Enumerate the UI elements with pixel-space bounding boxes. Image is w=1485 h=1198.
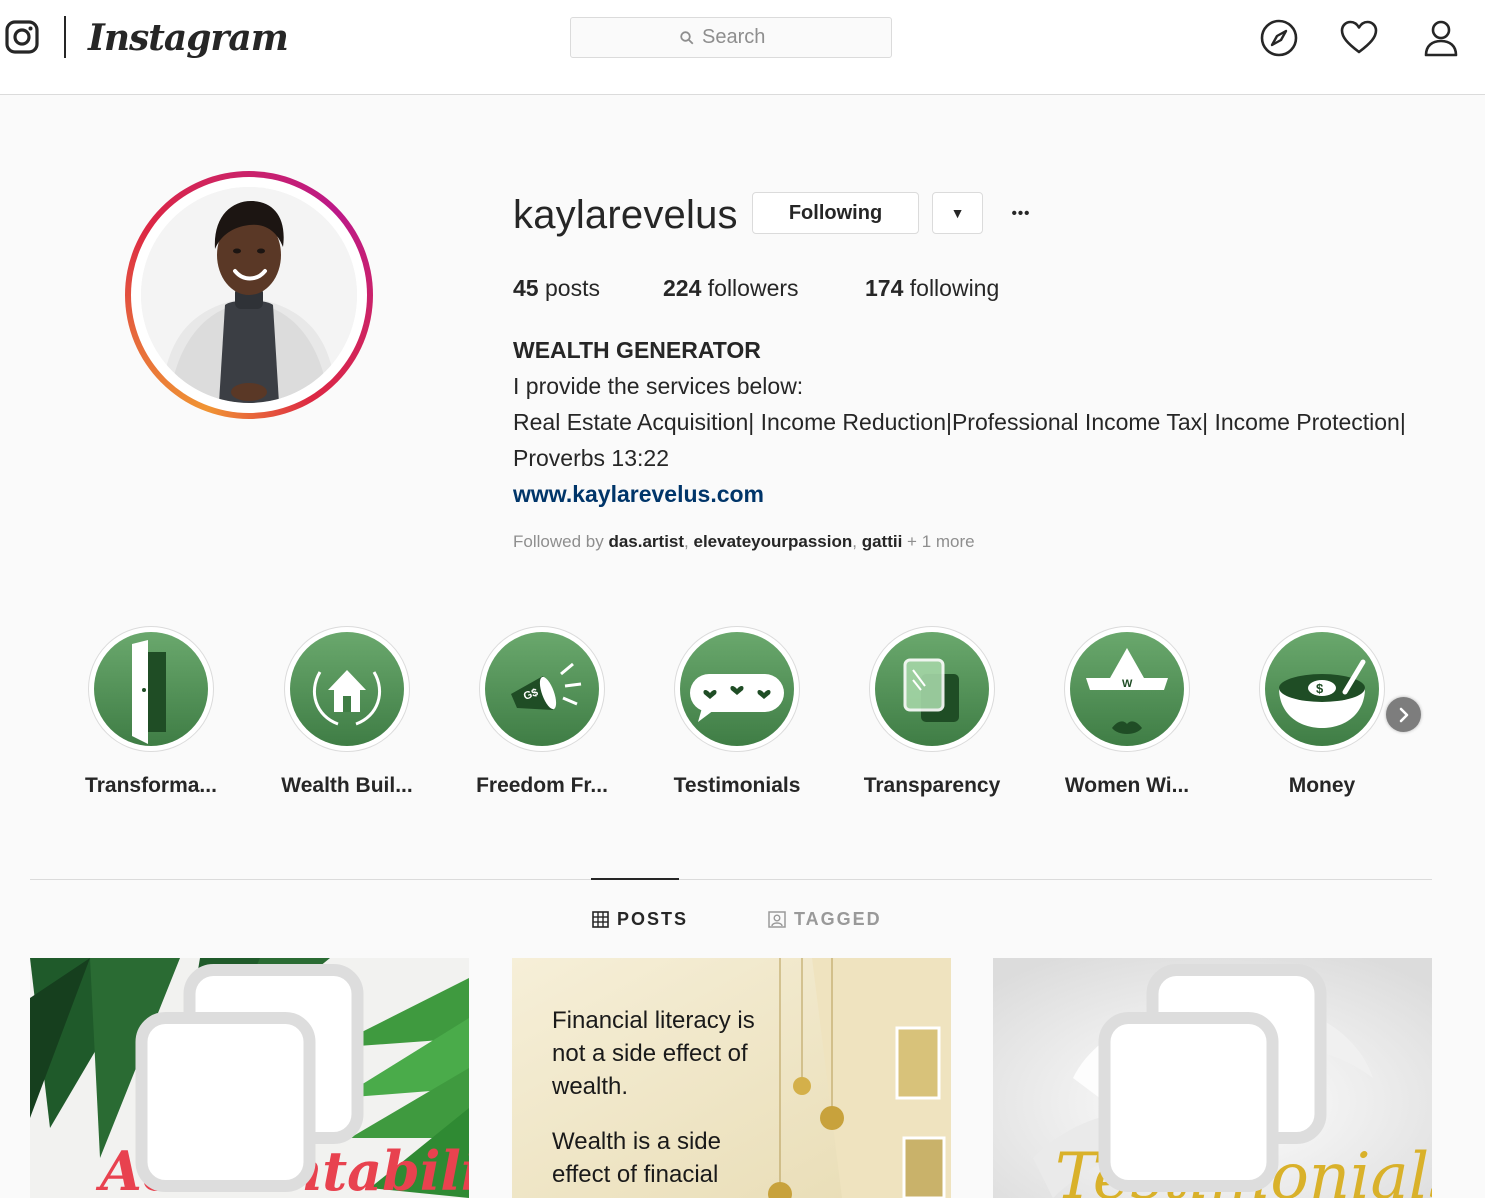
followed-by-user[interactable]: elevateyourpassion (694, 532, 853, 551)
ellipsis-icon: ••• (1011, 204, 1031, 222)
top-navigation-bar: Instagram (0, 0, 1485, 95)
nav-divider (64, 16, 66, 58)
svg-text:W: W (1122, 678, 1133, 690)
story-highlight[interactable]: G$ Freedom Fr... (467, 626, 617, 800)
post-overlay-text: Wealth is a side (552, 1128, 721, 1155)
profile-username: kaylarevelus (513, 193, 738, 237)
more-options-button[interactable]: ••• (1005, 196, 1037, 230)
followed-by-user[interactable]: das.artist (608, 532, 684, 551)
highlight-label: Transparency (863, 774, 1001, 797)
story-highlight[interactable]: Transforma... (76, 626, 226, 800)
profile-avatar-story-ring[interactable] (125, 171, 373, 419)
svg-text:$: $ (1316, 681, 1324, 696)
active-tab-indicator (591, 878, 679, 880)
heart-icon[interactable] (1339, 18, 1379, 58)
speech-hearts-icon (680, 632, 794, 746)
tagged-icon (768, 910, 786, 928)
bio-website-link[interactable]: www.kaylarevelus.com (513, 478, 764, 510)
avatar-portrait-image (141, 187, 357, 403)
story-highlight[interactable]: Transparency (857, 626, 1007, 800)
search-icon (680, 30, 694, 44)
caret-down-icon: ▼ (950, 205, 965, 221)
search-box[interactable] (570, 17, 892, 58)
megaphone-icon: G$ (485, 632, 599, 746)
followed-by-summary[interactable]: Followed by das.artist, elevateyourpassi… (513, 530, 975, 554)
posts-count: 45 posts (513, 275, 600, 301)
bio-line: Real Estate Acquisition| Income Reductio… (513, 409, 1406, 435)
glass-panels-icon (875, 632, 989, 746)
tab-tagged[interactable]: TAGGED (768, 904, 882, 934)
post-overlay-text: wealth. (551, 1073, 628, 1100)
bio-line: Proverbs 13:22 (513, 445, 669, 471)
followers-count-link[interactable]: 224 followers (663, 272, 799, 304)
compass-icon[interactable] (1259, 18, 1299, 58)
money-bowl-icon: $ (1265, 632, 1379, 746)
tab-label: TAGGED (794, 908, 882, 929)
tab-posts[interactable]: POSTS (592, 904, 688, 934)
post-image-financial-literacy: Financial literacy is not a side effect … (512, 958, 951, 1198)
story-highlight[interactable]: Testimonials (662, 626, 812, 800)
chevron-right-icon (1399, 707, 1408, 722)
tab-label: POSTS (617, 908, 689, 929)
suggestions-dropdown-button[interactable]: ▼ (932, 192, 983, 234)
highlight-label: Women Wi... (1064, 774, 1190, 797)
post-overlay-text: effect of finacial (552, 1161, 718, 1188)
multiple-images-icon (1098, 964, 1327, 1192)
story-highlight[interactable]: Wealth Buil... (272, 626, 422, 800)
instagram-wordmark-logo[interactable]: Instagram (88, 14, 289, 62)
following-button[interactable]: Following (752, 192, 919, 234)
highlight-label: Transforma... (85, 774, 217, 797)
post-overlay-text: not a side effect of (552, 1040, 748, 1067)
tabs-divider (30, 879, 1432, 880)
highlights-next-button[interactable] (1386, 697, 1421, 732)
bio-line: I provide the services below: (513, 373, 804, 399)
bio-full-name: WEALTH GENERATOR (513, 337, 761, 363)
highlight-label: Wealth Buil... (281, 774, 413, 797)
post-thumbnail[interactable]: Financial literacy is not a side effect … (512, 958, 951, 1198)
highlight-label: Money (1288, 774, 1356, 797)
crown-lips-icon: W (1070, 632, 1184, 746)
search-input[interactable] (702, 26, 782, 49)
story-highlight[interactable]: $ Money (1247, 626, 1397, 800)
house-wreath-icon (290, 632, 404, 746)
highlight-label: Freedom Fr... (476, 774, 608, 797)
highlight-label: Testimonials (673, 774, 801, 797)
post-overlay-text: Financial literacy is (552, 1007, 755, 1034)
grid-icon (592, 910, 609, 928)
multiple-images-icon (135, 964, 364, 1192)
story-highlight[interactable]: W Women Wi... (1052, 626, 1202, 800)
instagram-glyph-icon[interactable] (5, 20, 39, 54)
post-thumbnail[interactable]: Accountability (30, 958, 469, 1198)
avatar (141, 187, 357, 403)
door-icon (94, 632, 208, 746)
followed-by-user[interactable]: gattii (862, 532, 903, 551)
person-icon[interactable] (1421, 18, 1461, 58)
following-count-link[interactable]: 174 following (865, 272, 999, 304)
post-thumbnail[interactable]: Testimonials (993, 958, 1432, 1198)
